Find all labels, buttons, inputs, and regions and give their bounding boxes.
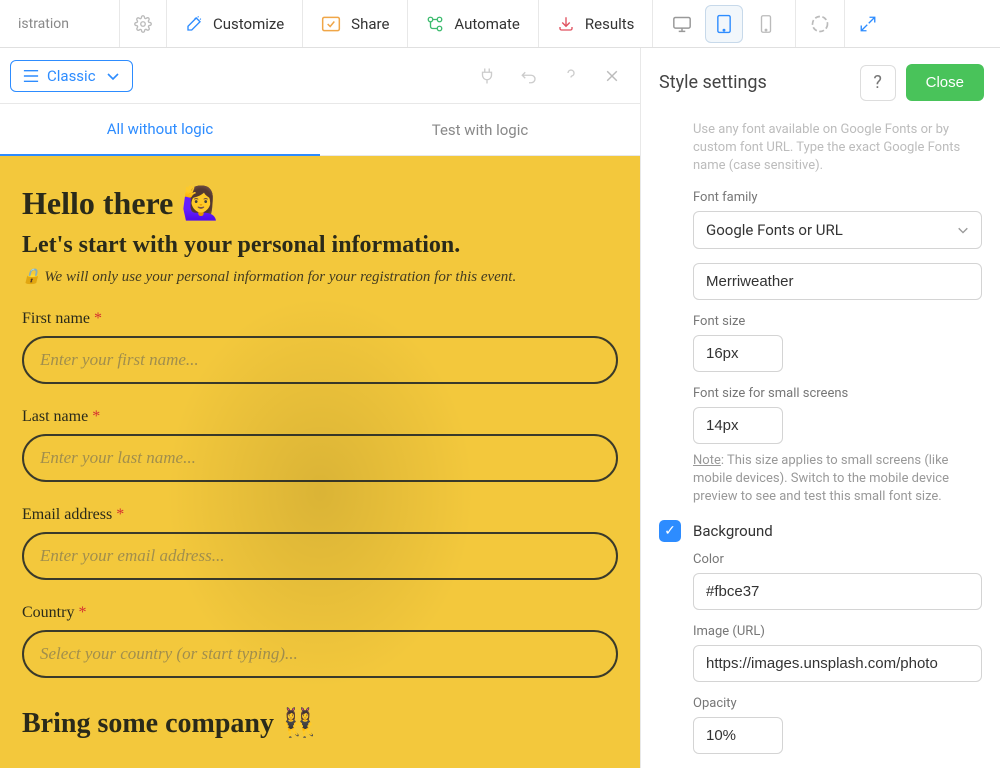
bg-opacity-input[interactable] bbox=[693, 717, 783, 754]
form-heading: Hello there 🙋‍♀️ bbox=[22, 184, 618, 222]
form-preview: Hello there 🙋‍♀️ Let's start with your p… bbox=[0, 156, 640, 768]
bg-opacity-label: Opacity bbox=[693, 696, 982, 711]
font-size-input[interactable] bbox=[693, 335, 783, 372]
tab-share[interactable]: Share bbox=[303, 0, 408, 47]
wand-icon bbox=[185, 15, 203, 33]
font-family-source-select[interactable]: Google Fonts or URL bbox=[693, 211, 982, 249]
last-name-input[interactable] bbox=[22, 434, 618, 482]
style-panel-title: Style settings bbox=[659, 72, 767, 93]
font-family-input[interactable] bbox=[693, 263, 982, 300]
left-column: Classic All without logic Test with logi… bbox=[0, 48, 640, 768]
menu-icon bbox=[23, 69, 39, 83]
country-select[interactable] bbox=[22, 630, 618, 678]
panel-help-button[interactable]: ? bbox=[860, 65, 896, 101]
background-checkbox[interactable]: ✓ bbox=[659, 520, 681, 542]
expand-button[interactable] bbox=[845, 0, 891, 47]
expand-icon bbox=[859, 15, 877, 33]
device-preview-group bbox=[653, 0, 796, 47]
topbar-loading-button[interactable] bbox=[796, 0, 845, 47]
preview-tabs: All without logic Test with logic bbox=[0, 104, 640, 156]
loading-icon bbox=[810, 14, 830, 34]
first-name-input[interactable] bbox=[22, 336, 618, 384]
font-size-small-input[interactable] bbox=[693, 407, 783, 444]
main-area: Classic All without logic Test with logi… bbox=[0, 48, 1000, 768]
tab-all-without-logic[interactable]: All without logic bbox=[0, 104, 320, 156]
theme-label: Classic bbox=[47, 67, 96, 85]
form-section-heading: Bring some company 👯‍♀️ bbox=[22, 706, 618, 740]
font-size-label: Font size bbox=[693, 314, 982, 329]
form-subheading: Let's start with your personal informati… bbox=[22, 232, 618, 259]
device-tablet-button[interactable] bbox=[705, 5, 743, 43]
bg-image-label: Image (URL) bbox=[693, 624, 982, 639]
topbar: istration Customize Share Automate Resul… bbox=[0, 0, 1000, 48]
theme-dropdown[interactable]: Classic bbox=[10, 60, 133, 92]
first-name-label: First name * bbox=[22, 310, 618, 328]
breadcrumb: istration bbox=[0, 0, 120, 47]
email-input[interactable] bbox=[22, 532, 618, 580]
close-icon[interactable] bbox=[604, 68, 620, 84]
font-size-small-note: Note: This size applies to small screens… bbox=[693, 452, 982, 507]
tab-test-with-logic[interactable]: Test with logic bbox=[320, 104, 640, 156]
device-mobile-button[interactable] bbox=[747, 5, 785, 43]
tab-automate[interactable]: Automate bbox=[408, 0, 538, 47]
form-privacy-note: 🔒 We will only use your personal informa… bbox=[22, 267, 618, 286]
bg-color-label: Color bbox=[693, 552, 982, 567]
style-panel-body[interactable]: Use any font available on Google Fonts o… bbox=[641, 117, 1000, 768]
tablet-icon bbox=[716, 14, 732, 34]
device-desktop-button[interactable] bbox=[663, 5, 701, 43]
bg-color-input[interactable] bbox=[693, 573, 982, 610]
chevron-down-icon bbox=[957, 225, 969, 235]
tab-results[interactable]: Results bbox=[539, 0, 654, 47]
automate-icon bbox=[426, 15, 444, 33]
font-hint-text: Use any font available on Google Fonts o… bbox=[693, 121, 982, 176]
share-box-icon bbox=[321, 15, 341, 33]
tab-customize[interactable]: Customize bbox=[167, 0, 303, 47]
settings-gear-button[interactable] bbox=[120, 0, 167, 47]
font-size-small-label: Font size for small screens bbox=[693, 386, 982, 401]
mobile-icon bbox=[760, 14, 772, 34]
font-family-label: Font family bbox=[693, 190, 982, 205]
style-panel: Style settings ? Close Use any font avai… bbox=[640, 48, 1000, 768]
subbar: Classic bbox=[0, 48, 640, 104]
country-label: Country * bbox=[22, 604, 618, 622]
background-section-label: Background bbox=[693, 522, 773, 540]
chevron-down-icon bbox=[106, 71, 120, 81]
help-icon[interactable] bbox=[562, 67, 580, 85]
gear-icon bbox=[134, 15, 152, 33]
panel-close-button[interactable]: Close bbox=[906, 64, 984, 101]
undo-icon[interactable] bbox=[520, 68, 538, 84]
plug-icon[interactable] bbox=[478, 67, 496, 85]
bg-image-input[interactable] bbox=[693, 645, 982, 682]
results-icon bbox=[557, 15, 575, 33]
last-name-label: Last name * bbox=[22, 408, 618, 426]
email-label: Email address * bbox=[22, 506, 618, 524]
style-panel-header: Style settings ? Close bbox=[641, 48, 1000, 117]
desktop-icon bbox=[672, 15, 692, 33]
